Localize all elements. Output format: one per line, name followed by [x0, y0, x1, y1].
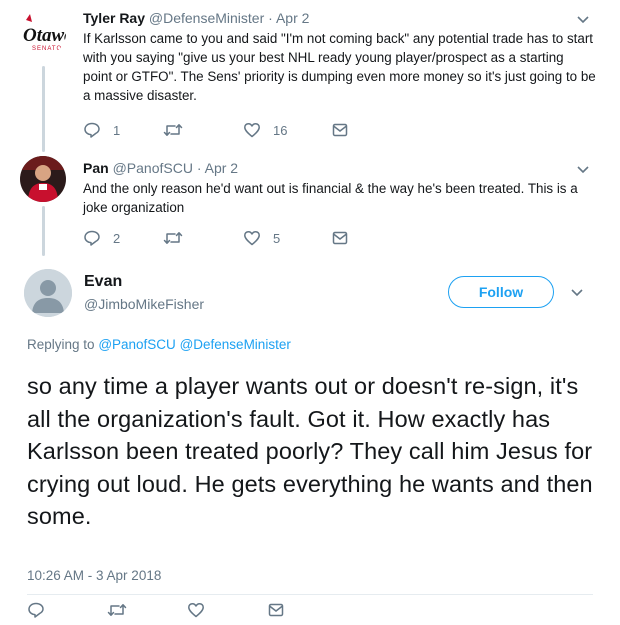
chevron-down-icon[interactable] — [570, 288, 584, 298]
avatar-photo-icon — [20, 156, 66, 202]
retweet-icon — [163, 124, 183, 136]
svg-text:SENATORS: SENATORS — [32, 46, 66, 52]
author-handle[interactable]: @PanofSCU — [113, 160, 193, 176]
tweet-text: so any time a player wants out or doesn'… — [27, 373, 593, 529]
reply-icon — [28, 602, 44, 618]
avatar[interactable] — [24, 269, 72, 317]
avatar[interactable]: Otawa SENATORS — [20, 10, 66, 56]
tweet-pan[interactable]: Pan @PanofSCU · Apr 2 And the only reaso… — [0, 150, 620, 260]
svg-text:Otawa: Otawa — [23, 25, 66, 46]
retweet-button[interactable] — [163, 121, 243, 139]
like-button[interactable] — [187, 601, 267, 619]
like-icon — [244, 230, 260, 246]
ottawa-logo-icon: Otawa SENATORS — [20, 10, 66, 56]
like-count: 16 — [273, 122, 288, 138]
reply-count: 1 — [113, 122, 121, 138]
author-handle[interactable]: @JimboMikeFisher — [84, 296, 204, 312]
tweet-actions — [27, 600, 285, 620]
tweet-timestamp[interactable]: 10:26 AM - 3 Apr 2018 — [27, 568, 161, 583]
message-button[interactable] — [331, 229, 349, 247]
author-name[interactable]: Pan — [83, 160, 109, 176]
like-button[interactable]: 16 — [243, 121, 331, 139]
author-handle[interactable]: @DefenseMinister — [149, 10, 264, 26]
mention-link[interactable]: @PanofSCU — [98, 337, 176, 352]
chevron-down-icon[interactable] — [576, 165, 590, 175]
tweet-actions: 1 16 — [83, 120, 349, 140]
like-count: 5 — [273, 230, 281, 246]
like-button[interactable]: 5 — [243, 229, 331, 247]
replying-to: Replying to @PanofSCU @DefenseMinister — [27, 337, 291, 352]
retweet-icon — [163, 232, 183, 244]
message-icon — [268, 603, 284, 617]
author-name[interactable]: Evan — [84, 273, 122, 291]
separator: · — [196, 160, 202, 176]
message-button[interactable] — [331, 121, 349, 139]
like-icon — [244, 122, 260, 138]
avatar[interactable] — [20, 156, 66, 202]
follow-button[interactable]: Follow — [448, 276, 554, 308]
message-icon — [332, 231, 348, 245]
reply-icon — [84, 122, 100, 138]
retweet-button[interactable] — [163, 229, 243, 247]
tweet-date[interactable]: Apr 2 — [205, 160, 238, 176]
tweet-actions: 2 5 — [83, 228, 349, 248]
retweet-button[interactable] — [107, 601, 187, 619]
replying-prefix: Replying to — [27, 337, 95, 352]
author-name[interactable]: Tyler Ray — [83, 10, 145, 26]
like-icon — [188, 602, 204, 618]
message-icon — [332, 123, 348, 137]
reply-button[interactable]: 1 — [83, 121, 163, 139]
tweet-date[interactable]: Apr 2 — [276, 10, 309, 26]
reply-button[interactable]: 2 — [83, 229, 163, 247]
divider — [27, 594, 593, 595]
retweet-icon — [107, 604, 127, 616]
mention-link[interactable]: @DefenseMinister — [180, 337, 291, 352]
tweet-header: Pan @PanofSCU · Apr 2 — [83, 159, 596, 177]
reply-count: 2 — [113, 230, 121, 246]
separator: · — [268, 10, 273, 26]
message-button[interactable] — [267, 601, 285, 619]
reply-icon — [84, 230, 100, 246]
chevron-down-icon[interactable] — [576, 15, 590, 25]
tweet-text: And the only reason he'd want out is fin… — [83, 181, 578, 215]
tweet-tyler-ray[interactable]: Otawa SENATORS Tyler Ray @DefenseMiniste… — [0, 0, 620, 150]
tweet-header: Tyler Ray @DefenseMinister · Apr 2 — [83, 9, 596, 27]
tweet-text: If Karlsson came to you and said "I'm no… — [83, 31, 596, 103]
reply-button[interactable] — [27, 601, 107, 619]
default-avatar-icon — [24, 269, 72, 317]
